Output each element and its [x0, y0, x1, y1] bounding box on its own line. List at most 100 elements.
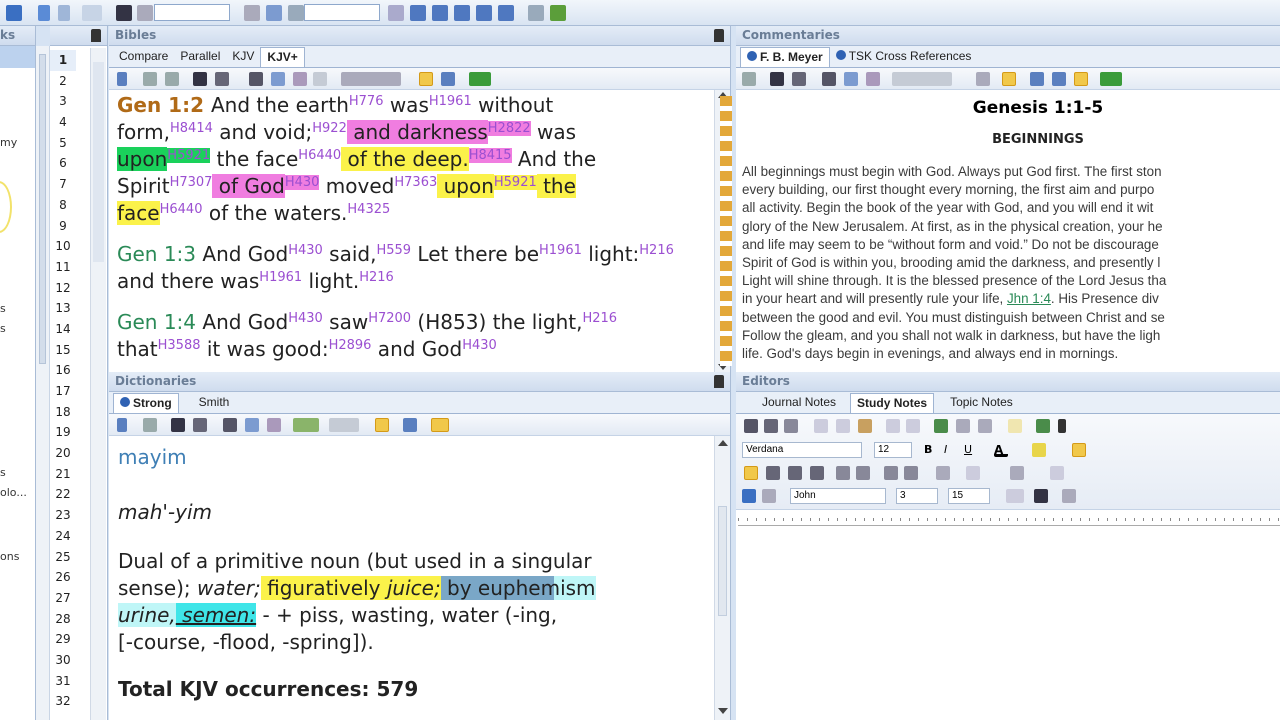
- paste-icon[interactable]: [267, 418, 281, 432]
- edit-icon[interactable]: [742, 72, 756, 86]
- scroll-down-icon[interactable]: [718, 708, 728, 714]
- strongs-number[interactable]: H8414: [170, 121, 213, 136]
- line-number[interactable]: 13: [50, 298, 76, 319]
- strongs-icon[interactable]: [441, 72, 455, 86]
- verse-reference[interactable]: Gen 1:4: [117, 310, 202, 334]
- line-number[interactable]: 9: [50, 216, 76, 237]
- layout-5-icon[interactable]: [498, 5, 514, 21]
- tab-fb-meyer[interactable]: F. B. Meyer: [740, 47, 830, 67]
- strongs-number[interactable]: H559: [376, 243, 411, 258]
- left-panel-selected-row[interactable]: [0, 46, 35, 68]
- binoculars-icon[interactable]: [1034, 489, 1048, 503]
- line-number[interactable]: 7: [50, 174, 76, 195]
- search-icon[interactable]: [976, 72, 990, 86]
- find-icon[interactable]: [784, 419, 798, 433]
- lookup-icon[interactable]: [215, 72, 229, 86]
- misc-icon[interactable]: [1050, 466, 1064, 480]
- prev-icon[interactable]: [117, 418, 127, 432]
- strongs-number[interactable]: H430: [288, 311, 323, 326]
- lookup-icon[interactable]: [792, 72, 806, 86]
- bookmark-strip[interactable]: [720, 96, 732, 366]
- left-panel-scrollbar[interactable]: [36, 46, 50, 720]
- binoculars-icon[interactable]: [193, 72, 207, 86]
- tab-kjv-plus[interactable]: KJV+: [260, 47, 305, 67]
- tag-icon[interactable]: [288, 5, 304, 21]
- verse-input[interactable]: [154, 4, 230, 21]
- save-icon[interactable]: [742, 489, 756, 503]
- align-left-icon[interactable]: [744, 466, 758, 480]
- line-number[interactable]: 21: [50, 464, 76, 485]
- line-number[interactable]: 28: [50, 609, 76, 630]
- verse-reference[interactable]: Gen 1:3: [117, 242, 202, 266]
- strongs-number[interactable]: H1961: [539, 243, 582, 258]
- edit-icon[interactable]: [143, 72, 157, 86]
- format-icon[interactable]: [388, 5, 404, 21]
- note-icon[interactable]: [223, 418, 237, 432]
- align-center-icon[interactable]: [766, 466, 780, 480]
- strongs-number[interactable]: H3588: [158, 338, 201, 353]
- strongs-number[interactable]: H216: [582, 311, 617, 326]
- pin-icon[interactable]: [91, 29, 101, 42]
- lock-icon[interactable]: [1074, 72, 1088, 86]
- highlight-selector[interactable]: [341, 72, 401, 86]
- line-number[interactable]: 20: [50, 443, 76, 464]
- sync-icon[interactable]: [469, 72, 491, 86]
- split-icon[interactable]: [528, 5, 544, 21]
- tool-icon[interactable]: [244, 5, 260, 21]
- strongs-number[interactable]: H216: [359, 270, 394, 285]
- numbered-list-icon[interactable]: [836, 466, 850, 480]
- font-color-button[interactable]: A: [994, 443, 1008, 457]
- export-icon[interactable]: [1036, 419, 1050, 433]
- tab-tsk-cross-references[interactable]: TSK Cross References: [830, 47, 978, 67]
- strongs-number[interactable]: H5921: [493, 175, 537, 190]
- left-scroll-thumb[interactable]: [39, 54, 46, 364]
- strongs-number[interactable]: H2896: [329, 338, 372, 353]
- line-number[interactable]: 10: [50, 236, 76, 257]
- line-number[interactable]: 8: [50, 195, 76, 216]
- bibles-pin-icon[interactable]: [714, 29, 724, 42]
- binoculars-icon[interactable]: [116, 5, 132, 21]
- strongs-number[interactable]: H430: [288, 243, 323, 258]
- strongs-number[interactable]: H430: [284, 175, 320, 190]
- strongs-number[interactable]: H922: [312, 121, 347, 136]
- italic-button[interactable]: I: [944, 443, 958, 457]
- verse-reference[interactable]: Gen 1:2: [117, 93, 211, 117]
- bullet-list-icon[interactable]: [856, 466, 870, 480]
- tab-kjv[interactable]: KJV: [226, 47, 260, 67]
- layout-icon[interactable]: [403, 418, 417, 432]
- strongs-number[interactable]: H6440: [298, 148, 341, 163]
- line-number[interactable]: 16: [50, 360, 76, 381]
- font-size-select[interactable]: 12: [874, 442, 912, 458]
- line-number[interactable]: 27: [50, 588, 76, 609]
- sync-icon[interactable]: [1100, 72, 1122, 86]
- line-number[interactable]: 6: [50, 153, 76, 174]
- image-icon[interactable]: [978, 419, 992, 433]
- paste-icon[interactable]: [858, 419, 872, 433]
- table-icon[interactable]: [956, 419, 970, 433]
- cut-icon[interactable]: [814, 419, 828, 433]
- strongs-number[interactable]: H8415: [468, 148, 512, 163]
- dictionary-scrollbar[interactable]: [714, 436, 730, 720]
- print-icon[interactable]: [762, 489, 776, 503]
- underline-button[interactable]: U: [964, 443, 978, 457]
- spell-icon[interactable]: [764, 419, 778, 433]
- style-icon[interactable]: [1072, 443, 1086, 457]
- line-scrollbar[interactable]: [90, 48, 106, 720]
- strongs-number[interactable]: H430: [462, 338, 497, 353]
- line-number[interactable]: 24: [50, 526, 76, 547]
- layout-3-icon[interactable]: [454, 5, 470, 21]
- layout-2-icon[interactable]: [1052, 72, 1066, 86]
- search-highlight-icon[interactable]: [419, 72, 433, 86]
- editor-body[interactable]: [738, 527, 1280, 720]
- line-number[interactable]: 26: [50, 567, 76, 588]
- edit-icon[interactable]: [744, 419, 758, 433]
- color-selector[interactable]: [293, 418, 319, 432]
- bold-button[interactable]: B: [924, 443, 938, 457]
- paragraph-icon[interactable]: [1058, 419, 1066, 433]
- binoculars-icon[interactable]: [770, 72, 784, 86]
- border-icon[interactable]: [966, 466, 980, 480]
- redo-icon[interactable]: [906, 419, 920, 433]
- prev-icon[interactable]: [117, 72, 127, 86]
- strongs-number[interactable]: H7307: [170, 175, 213, 190]
- copy-icon[interactable]: [836, 419, 850, 433]
